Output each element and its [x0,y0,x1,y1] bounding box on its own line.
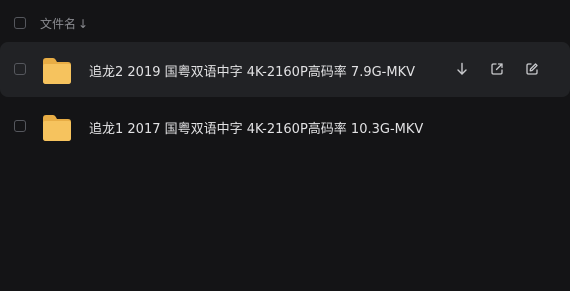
list-header: 文件名 ↓ [0,0,570,46]
file-name[interactable]: 追龙2 2019 国粤双语中字 4K-2160P高码率 7.9G-MKV [89,61,415,80]
download-icon[interactable] [452,59,472,79]
filename-column-header[interactable]: 文件名 ↓ [40,15,88,32]
file-row[interactable]: 追龙2 2019 国粤双语中字 4K-2160P高码率 7.9G-MKV [0,42,570,97]
share-icon[interactable] [487,59,507,79]
edit-icon[interactable] [522,59,542,79]
folder-icon [41,112,73,142]
row-actions [450,59,570,79]
filename-column-label: 文件名 [40,17,77,31]
file-list: 文件名 ↓ 追龙2 2019 国粤双语中字 4K-2160P高码率 7.9G-MK… [0,0,570,291]
sort-descending-icon: ↓ [78,17,89,31]
select-all-checkbox[interactable] [14,17,26,29]
file-row[interactable]: 追龙1 2017 国粤双语中字 4K-2160P高码率 10.3G-MKV [0,99,570,154]
row-checkbox[interactable] [14,63,26,75]
file-name[interactable]: 追龙1 2017 国粤双语中字 4K-2160P高码率 10.3G-MKV [89,118,423,137]
folder-icon [41,55,73,85]
row-checkbox[interactable] [14,120,26,132]
